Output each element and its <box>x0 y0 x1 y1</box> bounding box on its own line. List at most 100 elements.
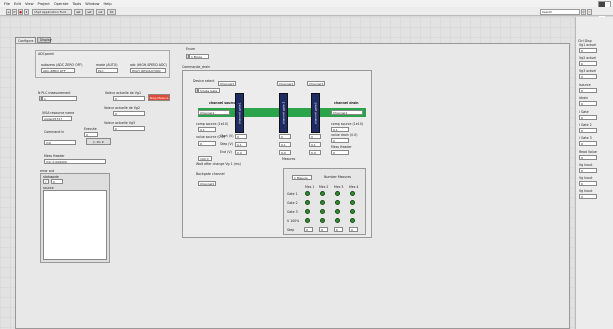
channel-drain-select[interactable]: Channel1 <box>331 110 363 115</box>
sidebar-item-label: Vg Inout <box>579 163 593 167</box>
led-v-m3[interactable] <box>335 218 340 223</box>
led-g2-m3[interactable] <box>335 200 340 205</box>
device-select[interactable]: Single Gate <box>198 88 220 93</box>
menu-file[interactable]: File <box>4 2 10 6</box>
error-cluster: status code ✓ 0 source <box>40 173 110 263</box>
value-source-input[interactable]: 0 <box>198 141 216 146</box>
run-continuous-icon[interactable]: ⟳ <box>12 8 17 15</box>
step-m2[interactable]: 0 <box>319 227 328 232</box>
channel-select-1[interactable]: Channel1 <box>218 81 236 86</box>
mes-col-2: Mes 2 <box>319 185 329 189</box>
gate2-step[interactable]: 0.1 <box>279 142 291 147</box>
sidebar-item-value: 0 <box>579 155 597 160</box>
adc-select[interactable]: HIGH_RESOLUTION <box>130 68 166 73</box>
wait-input[interactable]: 100 0 <box>198 156 212 161</box>
do-it-icon: ▷ <box>93 139 96 144</box>
vg1-value: 0 <box>113 96 145 101</box>
reorder-icon[interactable]: ⇅▾ <box>107 8 116 15</box>
led-g1-m4[interactable] <box>350 191 355 196</box>
led-g3-m4[interactable] <box>350 209 355 214</box>
autozero-label: autozero (ADC ZERO OFF) <box>41 63 83 67</box>
sidebar-item-label: Read Value <box>579 150 597 154</box>
visa-resource-select[interactable]: Agilent5727 <box>42 116 72 121</box>
gate1-end[interactable]: 0.0 <box>235 150 247 155</box>
gate1-start[interactable]: 0 <box>235 134 247 139</box>
mes-col-3: Mes 3 <box>334 185 344 189</box>
distribute-icon[interactable]: ⊟▾ <box>85 8 94 15</box>
step-m3[interactable]: 0 <box>334 227 343 232</box>
value-drain-label: value drain (0.0) <box>331 133 358 137</box>
resize-icon[interactable]: ⊡▾ <box>96 8 105 15</box>
number-mesures-label: Number Mesures <box>324 175 352 179</box>
led-g2-m4[interactable] <box>350 200 355 205</box>
device-select-label: Device select <box>193 79 215 83</box>
led-g3-m1[interactable] <box>305 209 310 214</box>
led-g3-m2[interactable] <box>320 209 325 214</box>
end-label: End (V) <box>220 150 232 154</box>
step-m4[interactable]: 0 <box>349 227 358 232</box>
do-it-button[interactable]: ▷ Do it <box>86 138 111 145</box>
nplc-stepper[interactable] <box>39 96 42 101</box>
align-icon[interactable]: ⊞▾ <box>74 8 83 15</box>
menu-edit[interactable]: Edit <box>14 2 21 6</box>
value-drain-input[interactable]: 0 <box>331 138 349 143</box>
channel-select-3[interactable]: Channel1 <box>307 81 325 86</box>
gate3-start[interactable]: 0 <box>309 134 321 139</box>
device-stepper[interactable] <box>195 88 198 93</box>
menu-help[interactable]: Help <box>103 2 111 6</box>
font-select[interactable]: 15pt Application Font <box>32 8 72 15</box>
sidebar-item-label: Idrain <box>579 96 589 100</box>
menu-view[interactable]: View <box>25 2 34 6</box>
step-m1[interactable]: 0 <box>304 227 313 232</box>
led-v-m2[interactable] <box>320 218 325 223</box>
gate1-step[interactable]: 0.1 <box>235 142 247 147</box>
menu-project[interactable]: Project <box>38 2 50 6</box>
nplc-input[interactable]: 1 <box>42 96 77 101</box>
sidebar-item-value: 0 <box>579 194 597 199</box>
mode-select[interactable]: PLC <box>96 68 118 73</box>
channel-source-label: channel source <box>209 101 237 105</box>
menu-tools[interactable]: Tools <box>72 2 81 6</box>
stop-mesure-button[interactable]: Stop Mesure <box>148 94 170 101</box>
autozero-select[interactable]: ADC ZERO OFF <box>41 68 75 73</box>
channel-gate3: channel gate3 <box>311 93 320 133</box>
led-g2-m2[interactable] <box>320 200 325 205</box>
led-g3-m3[interactable] <box>335 209 340 214</box>
backgate-select[interactable]: Channel1 <box>198 181 216 186</box>
led-g1-m2[interactable] <box>320 191 325 196</box>
led-g1-m3[interactable] <box>335 191 340 196</box>
source-text[interactable] <box>43 190 107 260</box>
gate2-start[interactable]: 0 <box>279 134 291 139</box>
ctrl-disp-sidebar: Ctrl Disp Vg1 actuel 0 Vg2 actuel 0 Vg3 actu… <box>575 17 613 329</box>
channel-select-2[interactable]: Channel1 <box>277 81 295 86</box>
sidebar-item-value: 0 <box>579 128 597 133</box>
led-g2-m1[interactable] <box>305 200 310 205</box>
menu-operate[interactable]: Operate <box>54 2 69 6</box>
gate3-end[interactable]: 0.0 <box>309 150 321 155</box>
channel-source-select[interactable]: Channel1 <box>198 110 230 115</box>
start-label: Start (V) <box>220 134 234 138</box>
command-input[interactable]: init <box>44 140 76 145</box>
channel-gate3-label: channel gate3 <box>313 102 318 124</box>
led-g1-m1[interactable] <box>305 191 310 196</box>
abort-icon[interactable]: ● <box>18 8 23 15</box>
search-icon[interactable]: ⚲ <box>581 8 586 15</box>
enum-select[interactable]: 1 Biops <box>189 54 209 59</box>
gate3-step[interactable]: 0.1 <box>309 142 321 147</box>
help-icon[interactable]: ? <box>587 8 592 15</box>
mesure-select[interactable]: 1 Mesure <box>292 175 312 180</box>
comp-source-input[interactable]: 0.1 <box>198 127 216 132</box>
execute-field[interactable]: 0 <box>84 132 98 137</box>
vg2-label: Valeur actuelle de Vg2 <box>104 106 140 110</box>
led-v-m1[interactable] <box>305 218 310 223</box>
pause-icon[interactable]: Ⅱ <box>24 8 29 15</box>
enum-label: Enum <box>186 47 196 51</box>
comp-drain-label: comp source (1e10) <box>331 122 363 126</box>
search-field[interactable]: Search <box>540 8 580 15</box>
status-check-icon: ✓ <box>43 179 49 184</box>
gate2-end[interactable]: 0.0 <box>279 150 291 155</box>
run-arrow-icon[interactable]: ➔ <box>6 8 11 15</box>
comp-drain-input[interactable]: 0.1 <box>331 127 349 132</box>
menu-window[interactable]: Window <box>85 2 99 6</box>
led-v-m4[interactable] <box>350 218 355 223</box>
